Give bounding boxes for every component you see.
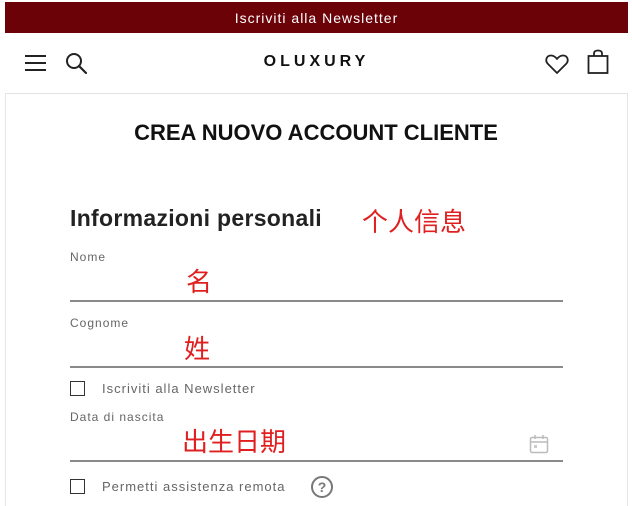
newsletter-checkbox-label[interactable]: Iscriviti alla Newsletter	[102, 381, 256, 396]
cognome-input[interactable]	[70, 344, 563, 368]
newsletter-banner[interactable]: Iscriviti alla Newsletter	[5, 2, 628, 33]
newsletter-checkbox[interactable]	[70, 381, 85, 396]
section-title: Informazioni personali	[70, 205, 322, 231]
nome-label: Nome	[70, 250, 107, 264]
section-annotation: 个人信息	[362, 208, 467, 238]
birthdate-input[interactable]	[70, 438, 563, 462]
content-border-left	[5, 93, 6, 506]
page-title: CREA NUOVO ACCOUNT CLIENTE	[134, 120, 498, 145]
help-icon[interactable]: ?	[311, 476, 333, 498]
remote-assist-label[interactable]: Permetti assistenza remota	[102, 479, 286, 494]
bag-icon[interactable]	[587, 49, 609, 75]
content-border-right	[627, 93, 628, 506]
heart-icon[interactable]	[545, 53, 569, 75]
newsletter-banner-text[interactable]: Iscriviti alla Newsletter	[235, 10, 398, 26]
nome-input[interactable]	[70, 278, 563, 302]
site-logo[interactable]: OLUXURY	[5, 53, 628, 71]
cognome-label: Cognome	[70, 316, 130, 330]
site-header: OLUXURY	[5, 33, 628, 94]
calendar-icon[interactable]	[529, 434, 549, 454]
remote-assist-checkbox[interactable]	[70, 479, 85, 494]
birthdate-label: Data di nascita	[70, 410, 165, 424]
